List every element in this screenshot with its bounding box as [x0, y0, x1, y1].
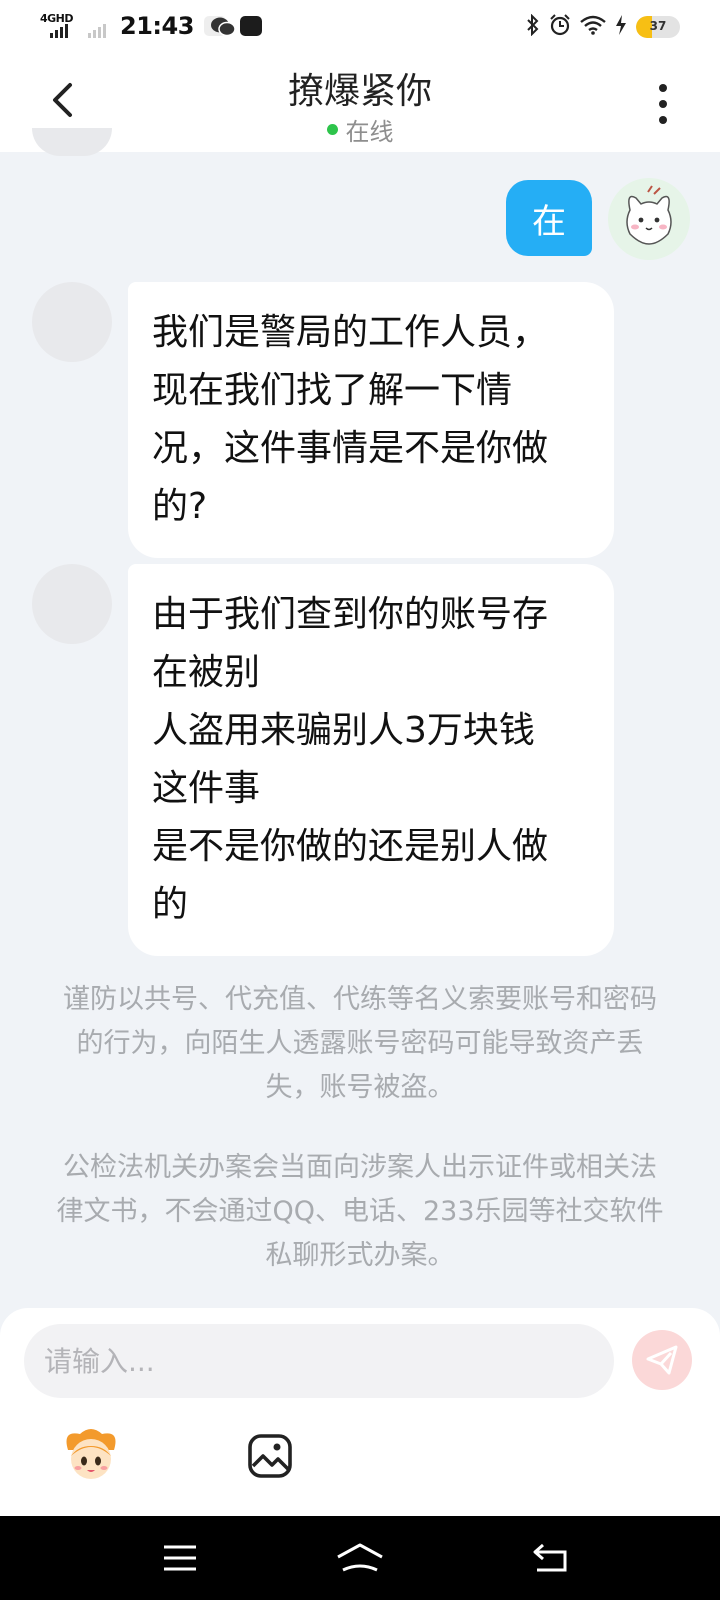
online-status-text: 在线: [345, 118, 394, 146]
message-input[interactable]: [24, 1324, 614, 1398]
send-button[interactable]: [632, 1330, 692, 1390]
signal-icon: [50, 24, 68, 38]
battery-icon: 37: [636, 16, 680, 38]
back-nav-button[interactable]: [520, 1536, 580, 1580]
home-icon: [337, 1543, 383, 1572]
cat-avatar-icon: [608, 178, 690, 260]
received-message-bubble[interactable]: 我们是警局的工作人员， 现在我们找了解一下情 况，这件事情是不是你做 的?: [128, 282, 614, 558]
contact-avatar[interactable]: [32, 282, 112, 362]
contact-avatar[interactable]: [32, 564, 112, 644]
status-icons: 37: [526, 13, 680, 40]
home-button[interactable]: [330, 1536, 390, 1580]
alarm-icon: [549, 14, 571, 40]
contact-name: 撩爆紧你: [287, 71, 432, 112]
image-button[interactable]: [246, 1432, 294, 1480]
status-bar: 4GHD 21:43 37: [0, 0, 720, 56]
bluetooth-icon: [526, 13, 540, 40]
sent-message-bubble[interactable]: 在: [506, 180, 592, 256]
more-options-button[interactable]: [650, 82, 676, 126]
clock: 21:43: [120, 12, 194, 40]
emoji-button[interactable]: [60, 1426, 122, 1484]
system-nav-bar: [0, 1516, 720, 1600]
input-panel: [0, 1308, 720, 1516]
security-notice: 公检法机关办案会当面向涉案人出示证件或相关法律文书，不会通过QQ、电话、233乐…: [56, 1152, 664, 1271]
online-dot-icon: [326, 124, 338, 135]
received-message-bubble[interactable]: 由于我们查到你的账号存 在被别 人盗用来骗别人3万块钱 这件事 是不是你做的还是…: [128, 564, 614, 956]
security-notice: 谨防以共号、代充值、代练等名义索要账号和密码的行为，向陌生人透露账号密码可能导致…: [63, 984, 657, 1103]
more-vertical-icon: [659, 84, 667, 92]
my-avatar[interactable]: [608, 178, 690, 260]
charging-icon: [615, 14, 627, 40]
wechat-icon: [210, 16, 236, 38]
video-app-icon: [240, 16, 262, 36]
emoji-icon: [66, 1429, 116, 1479]
back-icon: [533, 1543, 567, 1572]
battery-percent: 37: [649, 19, 667, 33]
menu-button[interactable]: [150, 1536, 210, 1580]
signal-sim2-icon: [88, 24, 106, 38]
menu-icon: [164, 1545, 196, 1571]
wifi-icon: [580, 15, 606, 39]
send-icon: [646, 1345, 678, 1375]
image-icon: [248, 1434, 292, 1478]
